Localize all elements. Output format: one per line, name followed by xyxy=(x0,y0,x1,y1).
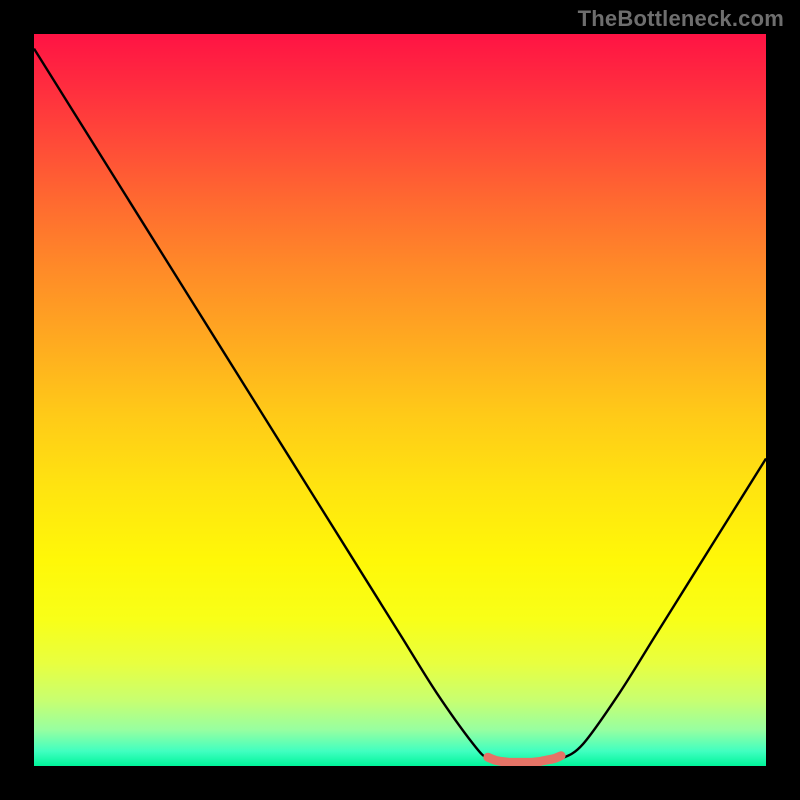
optimal-range-path xyxy=(488,756,561,763)
bottleneck-chart: TheBottleneck.com xyxy=(0,0,800,800)
plot-area xyxy=(34,34,766,766)
watermark-text: TheBottleneck.com xyxy=(578,6,784,32)
bottleneck-curve-path xyxy=(34,49,766,763)
chart-svg xyxy=(34,34,766,766)
